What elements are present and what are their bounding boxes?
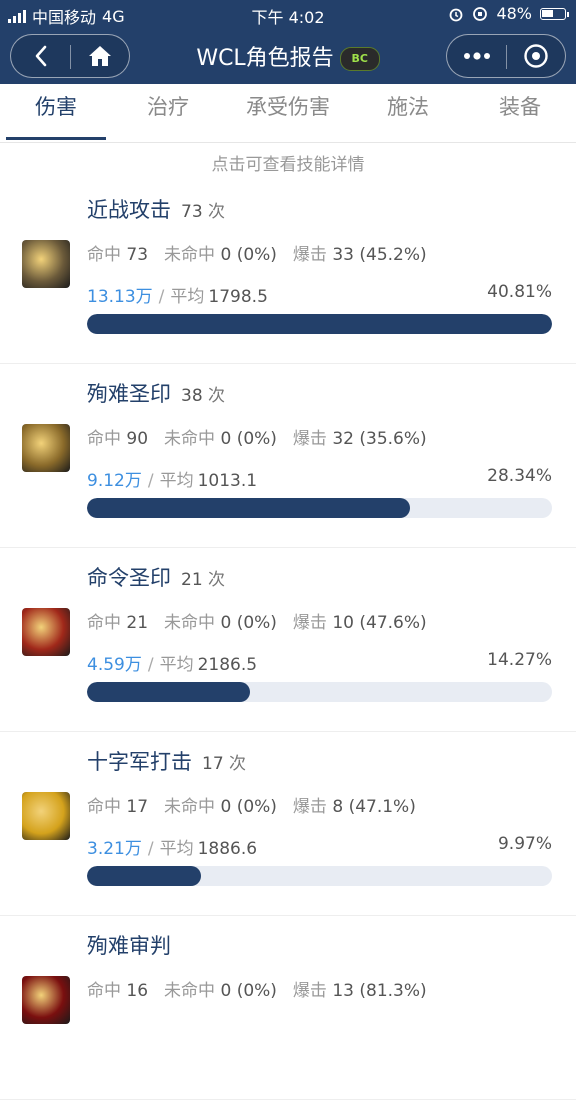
battery-icon [540, 7, 569, 20]
damage-share-bar [87, 314, 552, 334]
skill-icon [22, 608, 70, 656]
average-damage: 1013.1 [197, 471, 258, 491]
damage-share-bar [87, 866, 552, 886]
skill-damage-row: 4.59万 / 平均 2186.5 14.27% [87, 650, 552, 675]
total-damage: 9.12万 [87, 471, 142, 491]
skill-item[interactable]: 命令圣印 21 次命中 21 未命中 0 (0%) 爆击 10 (47.6%) 4.59… [0, 548, 576, 732]
hit-count: 90 [126, 429, 149, 449]
hit-count: 21 [126, 613, 149, 633]
damage-share-fill [87, 866, 201, 886]
miss-count: 0 [220, 429, 232, 449]
skill-damage-row: 3.21万 / 平均 1886.6 9.97% [87, 834, 552, 859]
skill-list: 近战攻击 73 次命中 73 未命中 0 (0%) 爆击 33 (45.2%) 13.1… [0, 180, 576, 1100]
nav-bar: WCL角色报告 BC [0, 28, 576, 84]
crit-percent: (35.6%) [359, 429, 427, 449]
crit-count: 33 [332, 245, 354, 265]
skill-stats: 命中 21 未命中 0 (0%) 爆击 10 (47.6%) [87, 613, 427, 633]
battery-percent: 48% [496, 4, 532, 23]
skill-name-row: 近战攻击 73 次 [87, 194, 225, 224]
skill-stats: 命中 16 未命中 0 (0%) 爆击 13 (81.3%) [87, 981, 427, 1001]
skill-item[interactable]: 十字军打击 17 次命中 17 未命中 0 (0%) 爆击 8 (47.1%) 3.21… [0, 732, 576, 916]
crit-count: 32 [332, 429, 354, 449]
crit-count: 10 [332, 613, 354, 633]
miss-percent: (0%) [236, 429, 277, 449]
miss-count: 0 [220, 981, 232, 1001]
skill-item[interactable]: 殉难圣印 38 次命中 90 未命中 0 (0%) 爆击 32 (35.6%) 9.12… [0, 364, 576, 548]
damage-percent: 9.97% [497, 834, 552, 854]
more-button[interactable] [447, 35, 506, 76]
skill-stats: 命中 90 未命中 0 (0%) 爆击 32 (35.6%) [87, 429, 427, 449]
skill-name: 殉难审判 [87, 934, 171, 958]
skill-name: 命令圣印 [87, 566, 171, 590]
hint-text: 点击可查看技能详情 [211, 155, 365, 175]
crit-count: 13 [332, 981, 354, 1001]
hit-count: 16 [126, 981, 149, 1001]
crit-percent: (45.2%) [359, 245, 427, 265]
skill-cast-count: 21 次 [181, 570, 226, 590]
tab-damage-taken[interactable]: 承受伤害 [238, 84, 338, 140]
miss-percent: (0%) [236, 613, 277, 633]
average-damage: 1886.6 [197, 839, 258, 859]
crit-percent: (47.6%) [359, 613, 427, 633]
skill-name-row: 殉难圣印 38 次 [87, 378, 225, 408]
skill-name-row: 殉难审判 [87, 930, 171, 960]
total-damage: 3.21万 [87, 839, 142, 859]
miss-count: 0 [220, 797, 232, 817]
skill-item[interactable]: 殉难审判命中 16 未命中 0 (0%) 爆击 13 (81.3%) [0, 916, 576, 1100]
skill-name: 殉难圣印 [87, 382, 171, 406]
tab-damage[interactable]: 伤害 [6, 84, 106, 140]
orientation-lock-icon [473, 6, 488, 21]
header: 中国移动 4G 下午 4:02 48% WCL角色报告 BC [0, 0, 576, 84]
damage-share-bar [87, 498, 552, 518]
skill-icon [22, 240, 70, 288]
average-damage: 2186.5 [197, 655, 258, 675]
tab-healing[interactable]: 治疗 [118, 84, 218, 140]
crit-percent: (81.3%) [359, 981, 427, 1001]
crit-count: 8 [332, 797, 344, 817]
miss-percent: (0%) [236, 245, 277, 265]
more-dots-icon [463, 51, 490, 60]
skill-stats: 命中 17 未命中 0 (0%) 爆击 8 (47.1%) [87, 797, 416, 817]
skill-icon [22, 792, 70, 840]
skill-cast-count: 73 次 [181, 202, 226, 222]
target-circle-icon [523, 43, 548, 68]
status-bar: 中国移动 4G 下午 4:02 48% [0, 0, 576, 28]
skill-name-row: 命令圣印 21 次 [87, 562, 225, 592]
alarm-icon [450, 8, 463, 21]
skill-name: 近战攻击 [87, 198, 171, 222]
damage-share-fill [87, 498, 410, 518]
tab-casts[interactable]: 施法 [358, 84, 458, 140]
damage-percent: 14.27% [487, 650, 552, 670]
skill-cast-count: 17 次 [202, 754, 247, 774]
total-damage: 13.13万 [87, 287, 153, 307]
tab-bar: 伤害 治疗 承受伤害 施法 装备 [0, 84, 576, 143]
skill-name-row: 十字军打击 17 次 [87, 746, 246, 776]
damage-percent: 28.34% [487, 466, 552, 486]
crit-percent: (47.1%) [348, 797, 416, 817]
hit-count: 73 [126, 245, 149, 265]
skill-damage-row: 9.12万 / 平均 1013.1 28.34% [87, 466, 552, 491]
hit-count: 17 [126, 797, 149, 817]
miss-count: 0 [220, 613, 232, 633]
miss-percent: (0%) [236, 981, 277, 1001]
close-miniprogram-button[interactable] [506, 35, 565, 76]
miss-count: 0 [220, 245, 232, 265]
skill-icon [22, 424, 70, 472]
skill-stats: 命中 73 未命中 0 (0%) 爆击 33 (45.2%) [87, 245, 427, 265]
game-logo: BC [339, 47, 380, 71]
tab-gear[interactable]: 装备 [470, 84, 570, 140]
skill-icon [22, 976, 70, 1024]
skill-item[interactable]: 近战攻击 73 次命中 73 未命中 0 (0%) 爆击 33 (45.2%) 13.1… [0, 180, 576, 364]
damage-share-fill [87, 314, 552, 334]
total-damage: 4.59万 [87, 655, 142, 675]
skill-name: 十字军打击 [87, 750, 192, 774]
damage-share-bar [87, 682, 552, 702]
average-damage: 1798.5 [208, 287, 268, 307]
damage-share-fill [87, 682, 250, 702]
nav-capsule-right [446, 34, 566, 78]
skill-cast-count: 38 次 [181, 386, 226, 406]
damage-percent: 40.81% [487, 282, 552, 302]
miss-percent: (0%) [236, 797, 277, 817]
skill-damage-row: 13.13万 / 平均 1798.5 40.81% [87, 282, 552, 307]
